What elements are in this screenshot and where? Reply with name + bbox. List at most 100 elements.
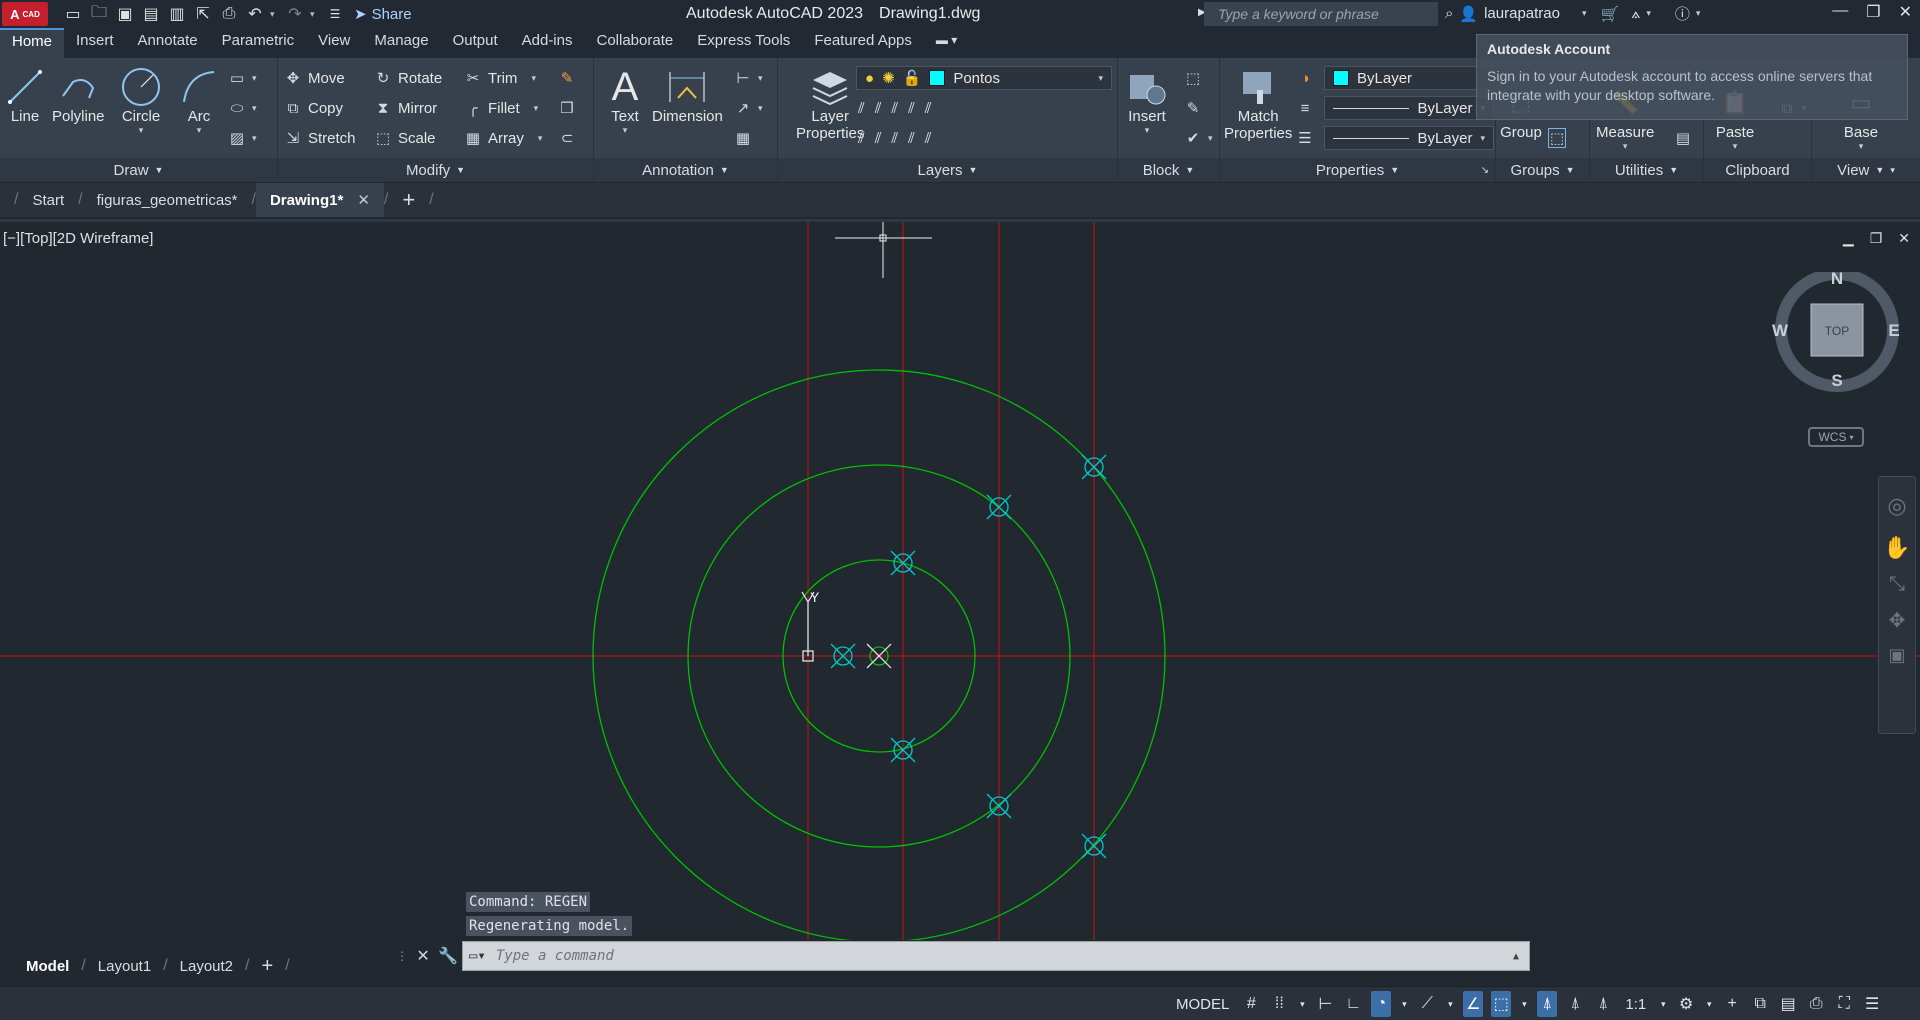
pan-icon[interactable]: ✋ (1879, 535, 1915, 561)
tab-annotate[interactable]: Annotate (126, 28, 210, 58)
tab-featured-apps[interactable]: Featured Apps (802, 28, 924, 58)
scale-button[interactable]: ⬚ Scale (374, 126, 436, 150)
edit-block-button[interactable]: ✎ (1184, 96, 1202, 120)
panel-title-properties[interactable]: Properties ▼ ↘ (1220, 158, 1495, 182)
line-button[interactable]: Line (4, 66, 46, 125)
auto-scale-icon[interactable]: ⍋ (1565, 991, 1585, 1017)
color-dropdown[interactable]: ByLayer (1324, 66, 1494, 90)
model-space-toggle[interactable]: MODEL (1172, 996, 1233, 1013)
undo-dropdown-icon[interactable]: ▾ (270, 9, 280, 20)
cart-icon[interactable]: 🛒 (1601, 5, 1620, 23)
point-marker[interactable] (1081, 454, 1107, 480)
viewport-label[interactable]: [−][Top][2D Wireframe] (3, 230, 153, 247)
search-icon[interactable]: ⌕ (1445, 5, 1453, 22)
search-input[interactable]: Type a keyword or phrase (1204, 2, 1438, 26)
command-prompt-icon[interactable]: ▭▾ (469, 948, 486, 964)
annotation-scale-value[interactable]: 1:1 (1621, 996, 1650, 1013)
workspace-dropdown-icon[interactable]: ▾ (1704, 991, 1714, 1017)
close-icon[interactable]: ✕ (1899, 2, 1912, 22)
block-attributes-button[interactable]: ✔ ▾ (1184, 126, 1213, 150)
panel-title-modify[interactable]: Modify ▼ (278, 158, 593, 182)
tab-model[interactable]: Model (14, 958, 81, 975)
panel-title-utilities[interactable]: Utilities ▼ (1590, 158, 1703, 182)
panel-title-view[interactable]: View ▼ ▾ (1812, 158, 1920, 182)
hatch-button[interactable]: ⬭ ▾ (228, 96, 257, 120)
annotation-scale-icon[interactable]: ⍋ (1593, 991, 1613, 1017)
hardware-acceleration-icon[interactable]: ⎙ (1806, 991, 1826, 1017)
point-marker[interactable] (890, 550, 916, 576)
copy-button[interactable]: ⧉ Copy (284, 96, 343, 120)
zoom-extents-icon[interactable]: ⤡ (1879, 573, 1915, 596)
save-as-icon[interactable]: ▤ (140, 3, 162, 25)
snap-dropdown-icon[interactable]: ▾ (1297, 991, 1307, 1017)
arc-button[interactable]: Arc ▾ (178, 66, 220, 136)
new-file-icon[interactable]: ▭ (62, 3, 84, 25)
undo-icon[interactable]: ↶ (244, 3, 266, 25)
polar-dropdown-icon[interactable]: ▾ (1399, 991, 1409, 1017)
tab-drawing1[interactable]: Drawing1* ✕ (255, 183, 384, 217)
layer-tools-row1[interactable]: ⫽⫽⫽⫽⫽ (858, 96, 941, 120)
tab-addins[interactable]: Add-ins (510, 28, 585, 58)
tab-insert[interactable]: Insert (64, 28, 126, 58)
redo-dropdown-icon[interactable]: ▾ (310, 9, 320, 20)
viewport-restore-icon[interactable]: ❐ (1870, 230, 1883, 247)
insert-button[interactable]: Insert ▾ (1126, 66, 1168, 136)
match-properties-button[interactable]: Match Properties (1224, 66, 1292, 142)
drawing-canvas[interactable]: Y (0, 222, 1920, 940)
panel-launcher-icon[interactable]: ↘ (1481, 165, 1489, 176)
drawing-viewport[interactable]: Y [−][Top][2D Wireframe] ▁ ❐ ✕ TOP N S E… (0, 219, 1920, 940)
user-name[interactable]: laurapatrao (1484, 5, 1560, 22)
rectangle-button[interactable]: ▭ ▾ (228, 66, 257, 90)
mirror-button[interactable]: ⧗ Mirror (374, 96, 437, 120)
tab-figuras-geometricas[interactable]: figuras_geometricas* (83, 183, 252, 217)
grip-icon[interactable]: ⋮ (396, 949, 408, 963)
group-select-button[interactable]: ⬚ (1548, 126, 1566, 150)
text-button[interactable]: A Text ▾ (604, 65, 646, 136)
command-input[interactable]: ▭▾ Type a command ▲ (462, 941, 1530, 971)
scale-dropdown-icon[interactable]: ▾ (1658, 991, 1668, 1017)
panel-title-clipboard[interactable]: Clipboard (1704, 158, 1811, 182)
compass-w[interactable]: W (1772, 321, 1789, 340)
tab-layout1[interactable]: Layout1 (86, 958, 163, 975)
customize-qat-icon[interactable]: ☰ (324, 3, 346, 25)
minimize-icon[interactable]: — (1832, 2, 1848, 22)
grid-icon[interactable]: # (1241, 991, 1261, 1017)
linetype-dropdown[interactable]: ByLayer ▾ (1324, 126, 1494, 150)
create-block-button[interactable]: ⬚ (1184, 66, 1202, 90)
share-button[interactable]: ➤ Share (354, 5, 412, 24)
tab-home[interactable]: Home (0, 28, 65, 58)
stretch-button[interactable]: ⇲ Stretch (284, 126, 356, 150)
help-dropdown-icon[interactable]: ▾ (1696, 8, 1701, 19)
snap-icon[interactable]: ⁞⁞ (1269, 991, 1289, 1017)
lineweight-dropdown[interactable]: ByLayer▾ (1324, 96, 1494, 120)
polar-tracking-icon[interactable]: ◔ (1371, 991, 1392, 1017)
tab-collaborate[interactable]: Collaborate (584, 28, 685, 58)
tab-parametric[interactable]: Parametric (210, 28, 307, 58)
annotation-visibility-icon[interactable]: ⍋ (1537, 991, 1558, 1017)
object-color-icon-button[interactable]: ◑ (1296, 66, 1314, 90)
layer-tools-row2[interactable]: ⫽⫽⫽⫽⫽ (858, 126, 941, 150)
isodraft-icon[interactable]: ⟋ (1417, 991, 1437, 1017)
object-snap-icon[interactable]: ⬚ (1491, 991, 1512, 1017)
tab-output[interactable]: Output (441, 28, 510, 58)
point-marker[interactable] (830, 643, 856, 669)
autocad-logo[interactable]: A CAD (2, 2, 48, 26)
point-marker[interactable] (1081, 833, 1107, 859)
table-button[interactable]: ▦ (734, 126, 752, 150)
polyline-button[interactable]: Polyline (52, 66, 105, 125)
linetype-icon-button[interactable]: ☰ (1296, 126, 1314, 150)
customize-wrench-icon[interactable]: 🔧 (438, 946, 458, 966)
viewcube[interactable]: TOP N S E W (1770, 272, 1904, 392)
customization-menu-icon[interactable]: ☰ (1862, 991, 1882, 1017)
panel-title-groups[interactable]: Groups ▼ (1496, 158, 1589, 182)
ribbon-toggle-icon[interactable]: ▬ ▾ (924, 28, 969, 58)
circle-large[interactable] (592, 369, 1166, 940)
command-history-toggle-icon[interactable]: ▲ (1513, 951, 1519, 962)
compass-s[interactable]: S (1831, 371, 1842, 390)
autodesk-a360-icon[interactable]: ⟑ (1631, 5, 1640, 22)
panel-title-annotation[interactable]: Annotation ▼ (594, 158, 777, 182)
center-point-marker[interactable] (866, 643, 892, 669)
user-icon[interactable]: 👤 (1459, 5, 1478, 23)
object-snap-tracking-icon[interactable]: ∠ (1463, 991, 1484, 1017)
showmotion-icon[interactable]: ▣ (1879, 645, 1915, 666)
